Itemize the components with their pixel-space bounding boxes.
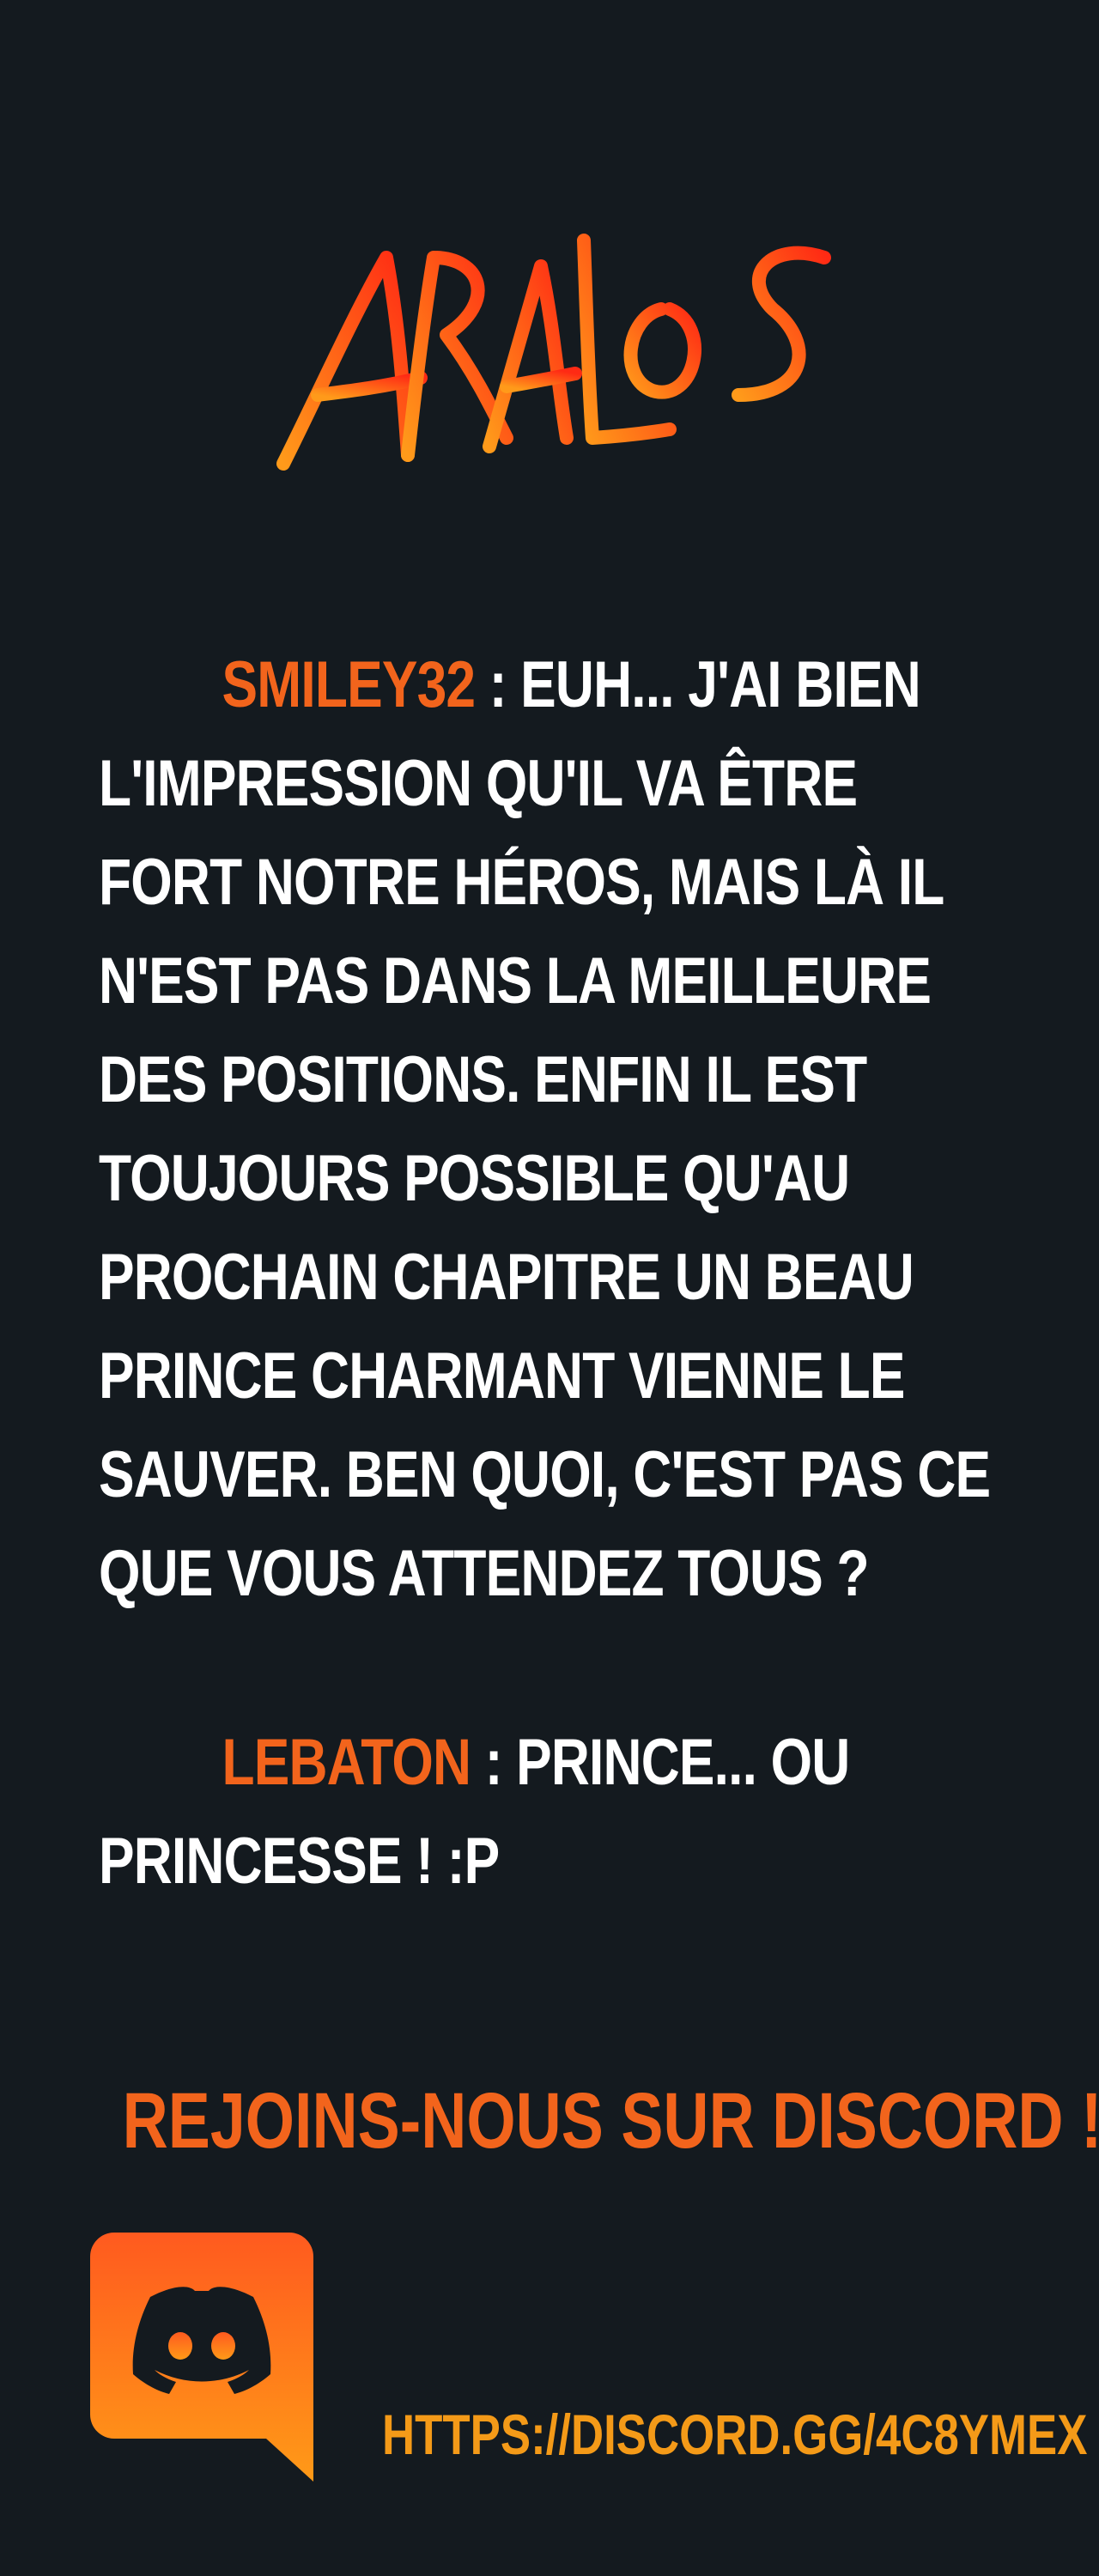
- aralos-logo-icon: [276, 234, 831, 471]
- discord-wordmark-text: DISCORD: [378, 2233, 944, 2386]
- discord-url-text: HTTPS://DISCORD.GG/4C8YMEX: [382, 2403, 1088, 2466]
- comment-text: : EUH... J'AI BIEN L'IMPRESSION QU'IL VA…: [99, 648, 991, 1610]
- discord-invite-link[interactable]: HTTPS://DISCORD.GG/4C8YMEX: [382, 2396, 1087, 2473]
- comment-author: LEBATON: [222, 1726, 472, 1799]
- comment-text: : PRINCE... OU PRINCESSE ! :P: [99, 1726, 850, 1898]
- comment-smiley32: SMILEY32 : EUH... J'AI BIEN L'IMPRESSION…: [99, 635, 1007, 1623]
- comment-lebaton: LEBATON : PRINCE... OU PRINCESSE ! :P: [99, 1713, 1007, 1911]
- page: SMILEY32 : EUH... J'AI BIEN L'IMPRESSION…: [0, 0, 1099, 2576]
- discord-wordmark: DISCORD: [378, 2237, 1030, 2383]
- discord-link-icon[interactable]: [90, 2233, 313, 2482]
- comment-author: SMILEY32: [222, 648, 477, 721]
- cta-text: REJOINS-NOUS SUR DISCORD !: [122, 2077, 1099, 2165]
- discord-call-to-action: REJOINS-NOUS SUR DISCORD !: [0, 2065, 1099, 2177]
- discord-icon: [90, 2233, 313, 2482]
- aralos-logo: [258, 206, 841, 498]
